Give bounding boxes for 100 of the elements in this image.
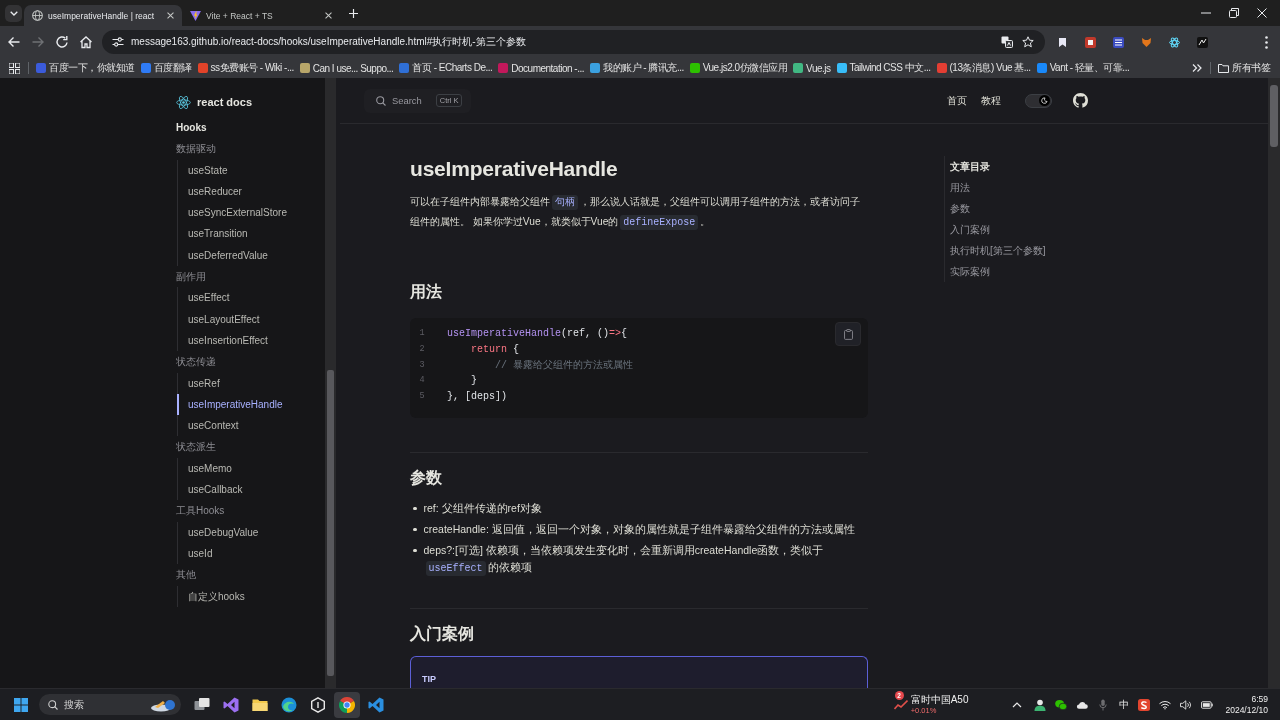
page-title: useImperativeHandle [410,156,619,182]
bookmark-star-icon[interactable] [1022,36,1034,48]
line-number: 3 [418,358,426,372]
atom-logo-icon[interactable] [176,94,191,110]
list-item-text: ref: 父组件传递的ref对象 [423,501,542,516]
person-icon[interactable] [1034,698,1047,711]
bookmark-link[interactable]: 百度一下，你就知道 [36,61,135,75]
moon-icon [1039,95,1050,106]
code-line: } [470,374,477,389]
list-item-text: deps?:[可选] 依赖项，当依赖项发生变化时，会重新调用createHandle函数，类似于 useEffect 的依赖项 [423,543,825,575]
sidebar-item[interactable]: useReducer [177,180,313,203]
address-bar[interactable]: message163.github.io/react-docs/hooks/useImperativeHandle.html#执行时机-第三个参数 [102,30,1045,54]
bolt-triangle-icon [190,10,201,21]
chart-icon [893,698,908,711]
sidebar-item[interactable]: useLayoutEffect [177,308,313,330]
extension-icon[interactable] [1197,36,1208,48]
folder-icon [1218,62,1229,74]
sidebar-scrollbar[interactable] [325,78,336,688]
bookmark-link[interactable]: ss免费账号 - Wiki -... [197,61,294,75]
sidebar-group-label: 工具Hooks [176,504,226,519]
sidebar-item[interactable]: useSyncExternalStore [177,202,313,224]
nav-link[interactable]: 教程 [981,93,1001,108]
browser-tab[interactable]: Vite + React + TS [182,5,340,26]
extension-icon[interactable] [1085,36,1096,48]
bookmark-link[interactable]: 百度翻译 [140,61,192,75]
close-icon[interactable] [325,12,332,19]
toc-link[interactable]: 参数 [950,198,1130,219]
site-info-icon[interactable] [112,36,124,48]
nav-link[interactable]: 首页 [947,93,967,108]
extension-icon[interactable] [1057,36,1068,48]
widget-title[interactable]: 富时中国A50 [910,694,969,706]
swirl-icon[interactable] [1138,698,1151,711]
double-chevron-icon[interactable] [1192,63,1202,73]
line-number: 1 [418,327,426,340]
bookmark-link[interactable]: 我的账户 - 腾讯充... [590,61,684,75]
bookmark-link[interactable]: (13条消息) Vue 基... [936,61,1031,75]
bookmark-link[interactable]: Vant - 轻量、可靠... [1036,61,1130,75]
tab-search-button[interactable] [5,4,22,22]
sidebar-item[interactable]: useDeferredValue [177,244,313,267]
toc-heading: 文章目录 [950,160,991,174]
section-heading: 参数 [410,468,443,488]
github-icon[interactable] [1073,93,1088,108]
clock-date[interactable]: 2024/12/10 [1225,704,1268,716]
taskbar-button[interactable] [334,691,360,718]
input-method-indicator[interactable]: 中 [1119,697,1130,712]
toc-link[interactable]: 用法 [950,177,1130,198]
bookmark-link[interactable]: Vue.js2.0仿微信应用 [689,61,788,75]
sidebar-item[interactable]: useState [177,159,313,181]
bookmark-link[interactable]: Can I use... Suppo... [299,62,394,74]
close-icon[interactable] [167,12,174,19]
sidebar-item[interactable]: useContext [177,415,313,437]
chat-bubbles-icon[interactable] [1055,698,1068,711]
ribbon-icon [368,696,384,713]
browser-tab[interactable]: useImperativeHandle | react [24,5,182,26]
all-bookmarks-link[interactable]: 所有书签 [1218,61,1270,75]
plus-icon[interactable] [349,8,358,18]
translate-icon[interactable] [1001,36,1013,48]
toc-link[interactable]: 执行时机[第三个参数] [950,240,1130,261]
sidebar-item[interactable]: useCallback [177,479,313,501]
clock-time[interactable]: 6:59 [1251,693,1268,705]
sidebar-group-label: 数据驱动 [176,142,217,157]
restore-icon[interactable] [1229,8,1239,18]
home-icon[interactable] [79,35,93,49]
battery-icon[interactable] [1201,698,1214,711]
sidebar-item[interactable]: useMemo [177,457,313,480]
chevron-up-icon[interactable] [1012,701,1023,708]
speaker-icon[interactable] [1180,698,1193,711]
hexagon-icon [310,696,326,713]
bookmark-link[interactable]: Tailwind CSS 中文... [836,61,931,75]
reload-icon[interactable] [55,35,69,49]
sidebar-item[interactable]: useId [177,542,313,565]
kebab-menu-icon[interactable] [1265,35,1268,49]
microphone-icon[interactable] [1097,698,1110,711]
globe-icon [32,10,43,21]
sidebar-item[interactable]: useDebugValue [177,521,313,543]
bookmark-link[interactable]: Documentation -... [498,62,584,74]
grid-icon[interactable] [9,62,20,74]
toc-link[interactable]: 入门案例 [950,219,1130,240]
wifi-icon[interactable] [1159,698,1172,711]
copy-button[interactable] [835,322,861,346]
taskbar-search-field[interactable]: 搜索 [39,694,181,715]
bookmark-link[interactable]: Vue.js [793,62,831,74]
four-squares-icon[interactable] [14,697,28,712]
appearance-switch[interactable] [1025,93,1052,108]
extension-icon[interactable] [1169,36,1180,48]
page-scrollbar[interactable] [1268,78,1280,688]
intro-paragraph: 可以在子组件内部暴露给父组件 句柄 ，那么说人话就是，父组件可以调用子组件的方法，或者访问子组件的属性。 如果你学过Vue，就类似于Vue的 defineExpose 。 [410,194,861,232]
sidebar-item[interactable]: useRef [177,372,313,394]
sidebar-item[interactable]: useImperativeHandle [177,393,313,416]
section-heading: 用法 [410,282,443,302]
bookmark-link[interactable]: 首页 - ECharts De... [399,61,493,75]
sidebar-item[interactable]: useInsertionEffect [177,329,313,352]
sidebar-item[interactable]: 自定义hooks [177,585,313,607]
site-title[interactable]: react docs [197,96,253,108]
toc-link[interactable]: 实际案例 [950,261,1130,282]
chevron-down-icon [9,10,18,16]
sidebar-item[interactable]: useEffect [177,287,313,309]
extension-icon[interactable] [1113,36,1124,48]
back-arrow-icon[interactable] [7,35,21,49]
sidebar-item[interactable]: useTransition [177,223,313,245]
